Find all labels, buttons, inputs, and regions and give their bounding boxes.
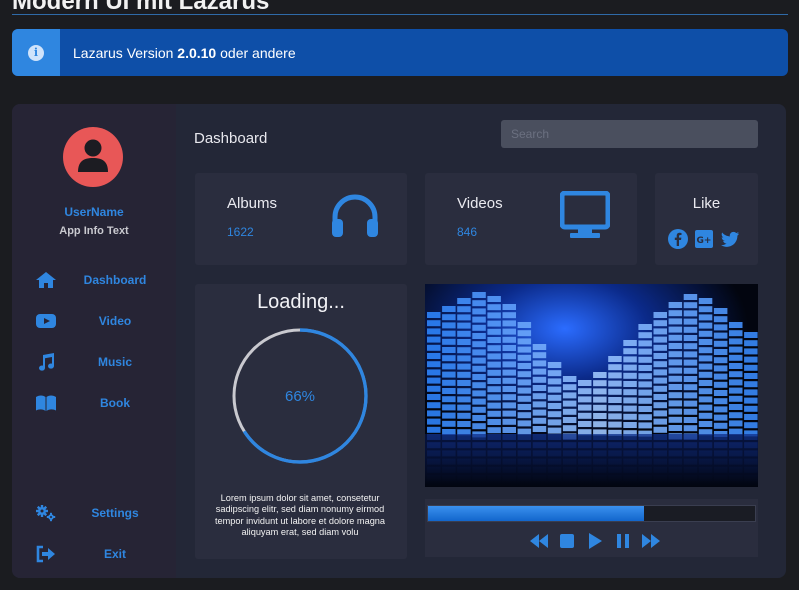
- albums-card[interactable]: Albums 1622: [195, 173, 407, 265]
- albums-label: Albums: [227, 195, 278, 212]
- sidebar-item-music[interactable]: Music: [12, 347, 176, 377]
- twitter-icon[interactable]: [720, 229, 740, 249]
- svg-text:G+: G+: [697, 236, 712, 246]
- monitor-icon: [560, 191, 610, 238]
- sidebar-item-label: Settings: [91, 506, 139, 520]
- loading-card: Loading... 66% Lorem ipsum dolor sit ame…: [195, 284, 407, 559]
- sidebar-item-label: Book: [100, 396, 130, 410]
- sidebar-item-settings[interactable]: Settings: [12, 498, 176, 528]
- sidebar-item-label: Music: [97, 355, 132, 369]
- videos-count: 846: [457, 225, 478, 239]
- facebook-icon[interactable]: [668, 229, 688, 249]
- stop-icon[interactable]: [557, 532, 577, 550]
- info-banner-text: Lazarus Version 2.0.10 oder andere: [73, 45, 296, 61]
- like-label: Like: [692, 195, 721, 212]
- videos-label: Videos: [457, 195, 503, 212]
- info-icon: i: [28, 44, 44, 61]
- info-icon-box: i: [12, 29, 60, 76]
- player-controls: [529, 532, 661, 550]
- app-window: UserName App Info Text Dashboard Video M…: [12, 104, 786, 578]
- pause-icon[interactable]: [613, 532, 633, 550]
- seek-bar[interactable]: [427, 505, 756, 522]
- heading-divider: [12, 14, 788, 15]
- banner-version: 2.0.10: [177, 44, 217, 61]
- page-title: Dashboard: [194, 130, 268, 147]
- sidebar-item-dashboard[interactable]: Dashboard: [12, 265, 176, 295]
- play-icon[interactable]: [585, 532, 605, 550]
- sidebar: UserName App Info Text Dashboard Video M…: [12, 104, 176, 578]
- loading-description: Lorem ipsum dolor sit amet, consetetur s…: [214, 493, 386, 537]
- rewind-icon[interactable]: [529, 532, 549, 550]
- book-icon: [34, 394, 58, 412]
- username: UserName: [64, 205, 124, 219]
- youtube-icon: [34, 312, 58, 330]
- sign-out-icon: [34, 545, 58, 563]
- search-input[interactable]: [501, 120, 758, 148]
- sidebar-item-label: Exit: [103, 547, 126, 561]
- media-player: [425, 499, 758, 557]
- sidebar-item-label: Dashboard: [83, 273, 147, 287]
- sidebar-item-book[interactable]: Book: [12, 388, 176, 418]
- seek-progress: [428, 506, 644, 521]
- info-banner: i Lazarus Version 2.0.10 oder andere: [12, 29, 788, 76]
- sidebar-item-exit[interactable]: Exit: [12, 539, 176, 569]
- google-plus-icon[interactable]: G+: [694, 229, 714, 249]
- banner-prefix: Lazarus Version: [73, 44, 178, 61]
- loading-title: Loading...: [257, 291, 345, 313]
- sidebar-item-label: Video: [98, 314, 132, 328]
- app-info-text: App Info Text: [59, 225, 129, 237]
- user-icon: [78, 139, 108, 172]
- avatar[interactable]: [63, 127, 123, 187]
- banner-suffix: oder andere: [216, 44, 296, 61]
- gears-icon: [34, 504, 58, 522]
- social-icons: G+: [668, 229, 740, 249]
- sidebar-item-video[interactable]: Video: [12, 306, 176, 336]
- progress-percent: 66%: [284, 387, 316, 405]
- music-note-icon: [34, 353, 58, 371]
- albums-count: 1622: [227, 225, 254, 239]
- headphones-icon: [332, 194, 378, 237]
- like-card: Like G+: [655, 173, 758, 265]
- fast-forward-icon[interactable]: [641, 532, 661, 550]
- videos-card[interactable]: Videos 846: [425, 173, 637, 265]
- home-icon: [34, 271, 58, 289]
- equalizer-artwork: [425, 284, 758, 487]
